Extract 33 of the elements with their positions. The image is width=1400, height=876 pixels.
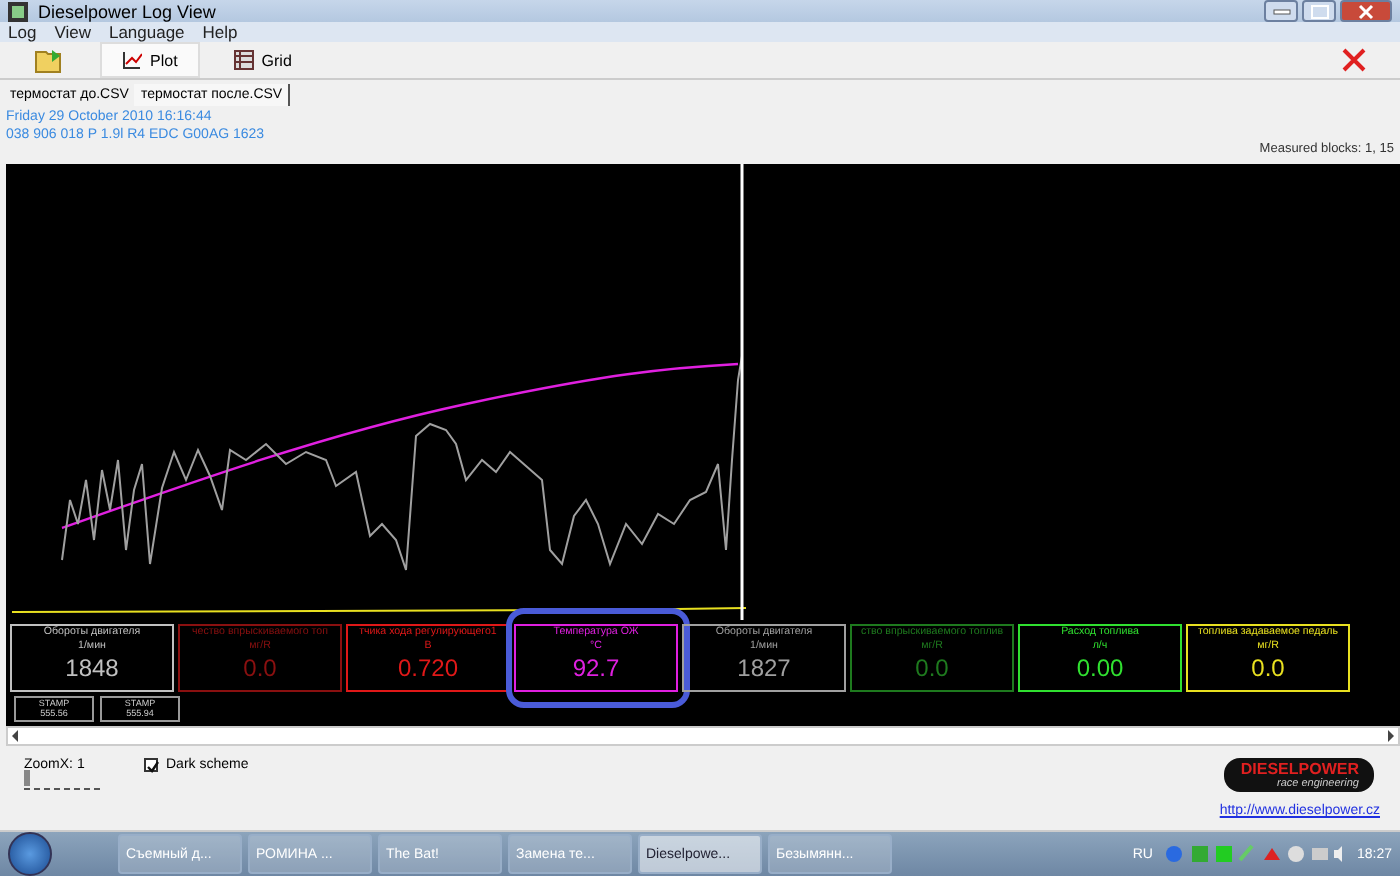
tray-icons-drawing[interactable] xyxy=(1164,844,1345,864)
left-arrow-icon[interactable] xyxy=(8,728,24,744)
minimize-icon xyxy=(1267,3,1295,19)
plot-tab[interactable]: Plot xyxy=(100,42,200,78)
menu-item[interactable]: Log xyxy=(8,22,37,42)
dark-scheme-checkbox[interactable] xyxy=(144,758,158,772)
gauge-value: 1848 xyxy=(65,654,119,682)
zoom-slider[interactable] xyxy=(24,776,100,790)
gauge-value: 0.00 xyxy=(1076,654,1124,682)
close-icon xyxy=(1342,48,1366,72)
close-button[interactable] xyxy=(1340,0,1392,22)
gauge-value: 0.0 xyxy=(915,654,949,682)
grid-tab[interactable]: Grid xyxy=(211,42,314,78)
maximize-button[interactable] xyxy=(1302,0,1336,22)
line-chart-icon xyxy=(122,50,142,70)
menu-item[interactable]: Language xyxy=(108,22,185,42)
slider-thumb[interactable] xyxy=(24,770,30,786)
menu-item[interactable]: Help xyxy=(202,22,238,42)
menu-item[interactable]: View xyxy=(54,22,91,42)
gauge-value: 0.0 xyxy=(243,654,277,682)
app-icon xyxy=(8,1,28,21)
gauge-value: 0.720 xyxy=(397,654,459,682)
gauge-value: 92.7 xyxy=(572,654,620,682)
window-title: Dieselpower Log View xyxy=(38,1,216,21)
gauge-value: 1827 xyxy=(737,654,791,682)
folder-arrow-icon xyxy=(34,46,66,74)
horizontal-scrollbar[interactable] xyxy=(6,726,1400,746)
start-button[interactable] xyxy=(8,832,52,876)
right-arrow-icon[interactable] xyxy=(1382,728,1398,744)
maximize-icon xyxy=(1305,3,1333,19)
gauge-value: 0.0 xyxy=(1251,654,1285,682)
grid-icon xyxy=(233,50,254,70)
minimize-button[interactable] xyxy=(1264,0,1298,22)
